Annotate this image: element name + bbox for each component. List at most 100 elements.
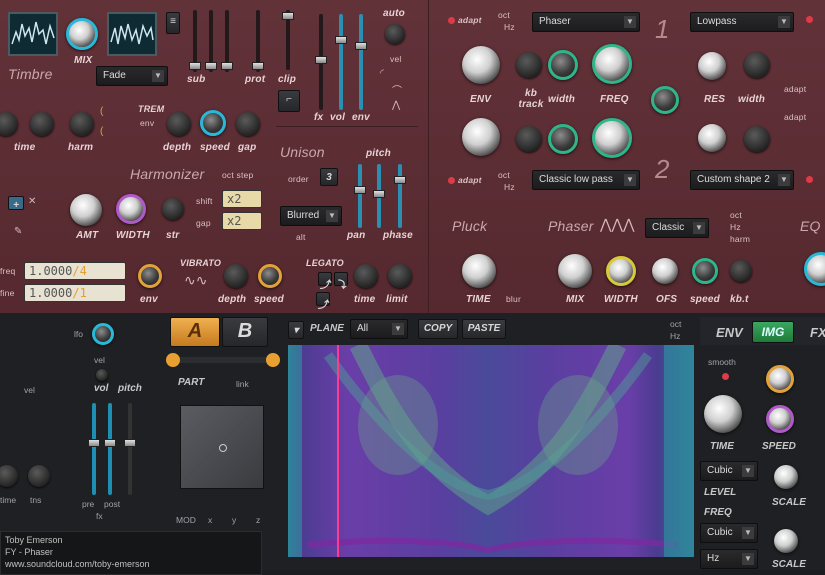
legato-toggle-2[interactable]: ⤵ bbox=[334, 272, 348, 291]
phaser-ofs-knob[interactable] bbox=[652, 258, 678, 284]
filter2-env-knob[interactable] bbox=[462, 118, 500, 156]
sub-fader-3[interactable] bbox=[221, 10, 233, 72]
right-time-knob[interactable] bbox=[704, 395, 742, 433]
filter-right2-dropdown[interactable]: Custom shape 2 ▼ bbox=[690, 170, 794, 190]
filter-right1-dropdown[interactable]: Lowpass ▼ bbox=[690, 12, 794, 32]
freq-display[interactable]: 1.0000/4 bbox=[24, 262, 126, 280]
scale-knob-1[interactable] bbox=[774, 465, 798, 489]
shift-value[interactable]: x2 bbox=[222, 190, 262, 208]
res2-knob[interactable] bbox=[698, 124, 726, 152]
pitch-bottom-fader[interactable] bbox=[124, 403, 136, 495]
filter-right2-width-knob[interactable] bbox=[744, 126, 770, 152]
plane-dropdown[interactable]: All ▼ bbox=[350, 319, 408, 339]
xy-pad[interactable] bbox=[180, 405, 264, 489]
part-slider-right-handle[interactable] bbox=[266, 353, 280, 367]
harmonizer-width-knob[interactable] bbox=[116, 194, 146, 224]
filter-routing-knob[interactable] bbox=[651, 86, 679, 114]
xy-pad-cursor[interactable] bbox=[219, 444, 227, 452]
pan-fader[interactable] bbox=[354, 164, 366, 228]
pluck-time-knob[interactable] bbox=[462, 254, 496, 288]
env-shape-icon-2[interactable]: ⌒ bbox=[392, 82, 402, 97]
phaser-mix-knob[interactable] bbox=[558, 254, 592, 288]
phaser-kbt-knob[interactable] bbox=[730, 260, 752, 282]
prot-fader[interactable] bbox=[252, 10, 264, 72]
cubic-dropdown-2[interactable]: Cubic ▼ bbox=[700, 523, 758, 543]
timbre-knob-1[interactable] bbox=[0, 112, 18, 136]
pitch-fader[interactable] bbox=[373, 164, 385, 228]
filter1-freq-knob[interactable] bbox=[592, 44, 632, 84]
cubic-dropdown-1[interactable]: Cubic ▼ bbox=[700, 461, 758, 481]
filter1-type-dropdown[interactable]: Phaser ▼ bbox=[532, 12, 640, 32]
sub-fader-1[interactable] bbox=[189, 10, 201, 72]
scope-menu-button[interactable]: ≡ bbox=[166, 12, 180, 34]
clip-curve-button[interactable]: ⌐ bbox=[278, 90, 300, 112]
fx-fader[interactable] bbox=[315, 14, 327, 110]
env-shape-icon-1[interactable]: ◜ bbox=[380, 68, 384, 79]
eq-knob[interactable] bbox=[804, 252, 825, 286]
res-knob[interactable] bbox=[698, 52, 726, 80]
filter2-adapt-led[interactable] bbox=[448, 177, 455, 184]
filter1-kb-knob[interactable] bbox=[516, 52, 542, 78]
post-fader[interactable] bbox=[104, 403, 116, 495]
pre-fader[interactable] bbox=[88, 403, 100, 495]
filter1-env-knob[interactable] bbox=[462, 46, 500, 84]
tns-knob[interactable] bbox=[28, 465, 50, 487]
lfo-knob[interactable] bbox=[92, 323, 114, 345]
time-bottom-knob[interactable] bbox=[0, 465, 18, 487]
fine-display[interactable]: 1.0000/1 bbox=[24, 284, 126, 302]
filter1-width-knob[interactable] bbox=[548, 50, 578, 80]
phaser-width-knob[interactable] bbox=[606, 256, 636, 286]
filter2-type-dropdown[interactable]: Classic low pass ▼ bbox=[532, 170, 640, 190]
vibrato-speed-knob[interactable] bbox=[258, 264, 282, 288]
link-icon-2[interactable]: ( bbox=[100, 126, 103, 137]
right-knob-top[interactable] bbox=[766, 365, 794, 393]
fade-dropdown[interactable]: Fade ▼ bbox=[96, 66, 168, 86]
legato-time-knob[interactable] bbox=[354, 264, 378, 288]
copy-button[interactable]: COPY bbox=[418, 319, 458, 339]
smooth-led[interactable] bbox=[722, 373, 729, 380]
filter-right1-width-knob[interactable] bbox=[744, 52, 770, 78]
part-slider-track[interactable] bbox=[172, 357, 276, 363]
vibrato-depth-knob[interactable] bbox=[224, 264, 248, 288]
pencil-icon[interactable]: ✎ bbox=[14, 226, 22, 237]
part-b-button[interactable]: B bbox=[222, 317, 268, 347]
time-knob[interactable] bbox=[30, 112, 54, 136]
gap-value[interactable]: x2 bbox=[222, 212, 262, 230]
right-speed-knob[interactable] bbox=[766, 405, 794, 433]
clip-fader[interactable] bbox=[282, 10, 294, 70]
spectrogram[interactable] bbox=[288, 345, 694, 557]
env-fader[interactable] bbox=[355, 14, 367, 110]
vol-fader[interactable] bbox=[335, 14, 347, 110]
link-icon-1[interactable]: ( bbox=[100, 106, 103, 117]
phaser-mode-dropdown[interactable]: Classic ▼ bbox=[645, 218, 709, 238]
harm-knob[interactable] bbox=[70, 112, 94, 136]
str-knob[interactable] bbox=[162, 198, 184, 220]
amt-knob[interactable] bbox=[70, 194, 102, 226]
vel-knob[interactable] bbox=[96, 369, 108, 381]
legato-limit-knob[interactable] bbox=[388, 264, 412, 288]
add-button[interactable]: + bbox=[8, 196, 24, 211]
phase-fader[interactable] bbox=[394, 164, 406, 228]
close-icon[interactable]: ✕ bbox=[28, 196, 36, 207]
auto-knob[interactable] bbox=[385, 24, 405, 44]
unison-order-button[interactable]: 3 bbox=[320, 168, 338, 186]
filter1-adapt-led[interactable] bbox=[448, 17, 455, 24]
filter2-freq-knob[interactable] bbox=[592, 118, 632, 158]
plane-menu-button[interactable]: ▾ bbox=[288, 321, 304, 339]
scale-knob-2[interactable] bbox=[774, 529, 798, 553]
phaser-speed-knob[interactable] bbox=[692, 258, 718, 284]
tab-img[interactable]: IMG bbox=[752, 321, 794, 343]
paste-button[interactable]: PASTE bbox=[462, 319, 506, 339]
trem-gap-knob[interactable] bbox=[236, 112, 260, 136]
part-slider-left-handle[interactable] bbox=[166, 353, 180, 367]
mix-knob[interactable] bbox=[66, 18, 98, 50]
legato-toggle-3[interactable]: ⤴ bbox=[316, 292, 330, 311]
hz-dropdown[interactable]: Hz ▼ bbox=[700, 549, 758, 569]
blur-dropdown[interactable]: Blurred ▼ bbox=[280, 206, 342, 226]
trem-depth-knob[interactable] bbox=[167, 112, 191, 136]
filter-right2-led[interactable] bbox=[806, 176, 813, 183]
legato-toggle-1[interactable]: ⤴ bbox=[318, 272, 332, 291]
tab-env[interactable]: ENV bbox=[716, 325, 743, 340]
tab-fx[interactable]: FX bbox=[810, 325, 825, 340]
filter-right1-led[interactable] bbox=[806, 16, 813, 23]
